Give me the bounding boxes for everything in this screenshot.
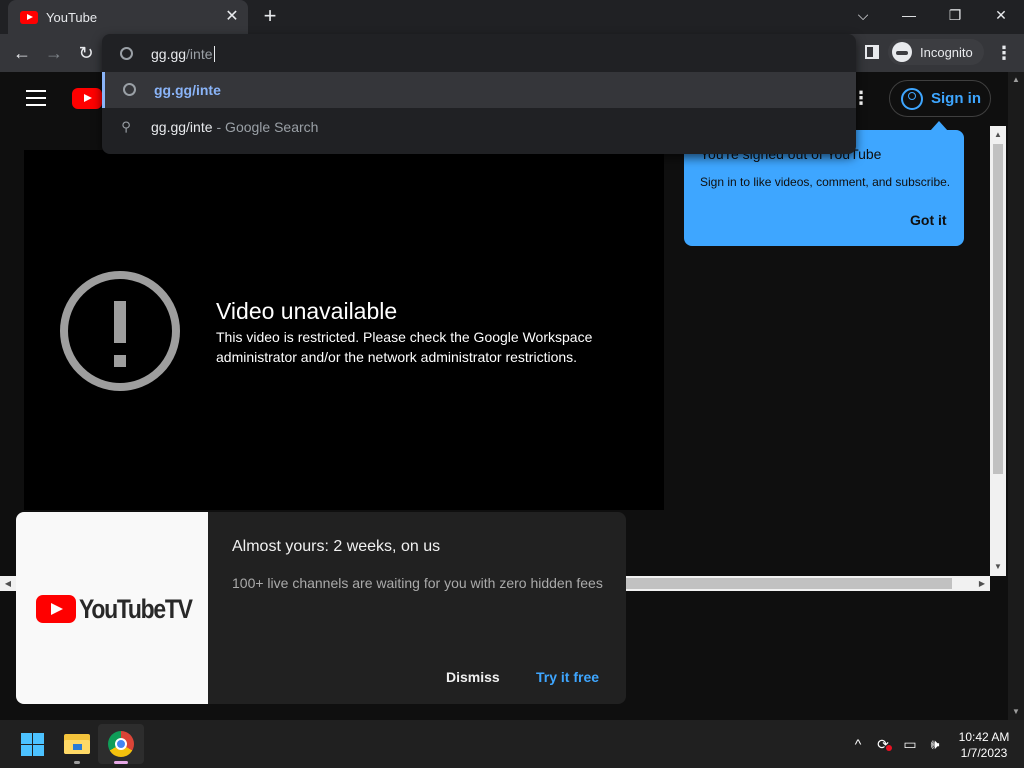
youtube-tv-logo: YouTubeTV xyxy=(36,594,211,624)
side-panel-icon[interactable] xyxy=(865,45,879,59)
search-icon: ⚲ xyxy=(121,119,131,134)
scroll-down-icon[interactable]: ▼ xyxy=(990,560,1006,574)
tab-youtube[interactable]: YouTube ✕ xyxy=(8,0,248,34)
incognito-icon xyxy=(892,42,912,62)
address-typed-text: gg.gg xyxy=(151,46,187,62)
youtube-play-icon xyxy=(36,595,76,623)
promo-image-panel: YouTubeTV xyxy=(16,512,208,704)
video-unavailable-title: Video unavailable xyxy=(216,298,398,324)
back-button[interactable]: ← xyxy=(8,40,36,66)
clock-date: 1/7/2023 xyxy=(960,746,1008,760)
forward-button[interactable]: → xyxy=(40,40,68,66)
clock-time: 10:42 AM xyxy=(958,730,1010,744)
window-scroll-up-icon[interactable]: ▲ xyxy=(1008,74,1024,86)
scroll-left-icon[interactable]: ◀ xyxy=(2,577,14,590)
tray-chevron-icon[interactable]: ^ xyxy=(850,734,866,754)
browser-menu-button[interactable]: ⋮ xyxy=(990,40,1018,66)
horizontal-scroll-thumb[interactable] xyxy=(626,578,952,589)
start-button[interactable] xyxy=(21,733,44,756)
exclamation-icon xyxy=(60,271,180,391)
youtube-tv-logo-text: YouTubeTV xyxy=(79,593,193,624)
suggestion-text: gg.gg/inte xyxy=(151,119,213,135)
scroll-right-icon[interactable]: ▶ xyxy=(976,577,988,590)
chrome-active-indicator xyxy=(114,761,128,764)
new-tab-button[interactable]: + xyxy=(258,5,282,29)
window-scroll-down-icon[interactable]: ▼ xyxy=(1008,706,1024,718)
scroll-up-icon[interactable]: ▲ xyxy=(990,128,1006,142)
suggestion-search[interactable]: ⚲ gg.gg/inte - Google Search xyxy=(102,109,856,145)
sign-in-label: Sign in xyxy=(931,90,981,107)
system-clock[interactable]: 10:42 AM 1/7/2023 xyxy=(948,729,1020,761)
globe-icon xyxy=(122,83,136,97)
incognito-badge[interactable]: Incognito xyxy=(888,39,984,65)
got-it-button[interactable]: Got it xyxy=(910,212,947,228)
dismiss-button[interactable]: Dismiss xyxy=(446,669,500,685)
tooltip-body: Sign in to like videos, comment, and sub… xyxy=(700,175,951,189)
restore-button[interactable]: ❐ xyxy=(932,0,978,32)
reload-button[interactable]: ↻ xyxy=(72,40,100,66)
sync-icon[interactable]: ⟳ xyxy=(874,734,892,754)
file-explorer-icon[interactable] xyxy=(64,732,90,754)
tab-close-icon[interactable]: ✕ xyxy=(222,7,242,27)
try-it-free-button[interactable]: Try it free xyxy=(536,669,599,685)
account-icon xyxy=(901,87,923,110)
vertical-scroll-thumb[interactable] xyxy=(993,144,1003,474)
tab-search-button[interactable]: ⌵ xyxy=(840,0,886,32)
youtube-logo-icon[interactable] xyxy=(72,88,102,109)
youtube-favicon-icon xyxy=(20,10,38,24)
address-bar[interactable]: gg.gg /inte xyxy=(102,36,856,72)
sign-in-button[interactable]: Sign in xyxy=(889,80,991,117)
close-window-button[interactable]: ✕ xyxy=(978,0,1024,32)
explorer-running-indicator xyxy=(74,761,80,764)
minimize-button[interactable]: — xyxy=(886,0,932,32)
suggestion-text: gg.gg/inte xyxy=(154,82,221,98)
taskbar xyxy=(0,720,1024,768)
promo-body: 100+ live channels are waiting for you w… xyxy=(232,575,603,591)
suggestion-suffix: - Google Search xyxy=(216,119,319,135)
text-caret xyxy=(213,46,215,62)
youtube-tv-promo: YouTubeTV Almost yours: 2 weeks, on us 1… xyxy=(16,512,626,704)
incognito-label: Incognito xyxy=(920,44,973,60)
guide-menu-icon[interactable] xyxy=(26,90,46,106)
tab-title: YouTube xyxy=(46,9,98,25)
suggestion-url[interactable]: gg.gg/inte xyxy=(102,72,856,108)
address-autocomplete-text: /inte xyxy=(186,46,213,62)
video-unavailable-message: This video is restricted. Please check t… xyxy=(216,329,593,365)
promo-title: Almost yours: 2 weeks, on us xyxy=(232,538,441,555)
display-icon[interactable]: ▭ xyxy=(900,734,920,754)
omnibox-dropdown: gg.gg /inte gg.gg/inte ⚲ gg.gg/inte - Go… xyxy=(102,34,856,154)
volume-icon[interactable]: 🕪 xyxy=(925,734,945,754)
site-info-icon[interactable] xyxy=(119,47,133,61)
chrome-icon[interactable] xyxy=(108,731,134,757)
window-scrollbar[interactable] xyxy=(1008,72,1024,720)
sync-alert-dot xyxy=(886,745,892,751)
